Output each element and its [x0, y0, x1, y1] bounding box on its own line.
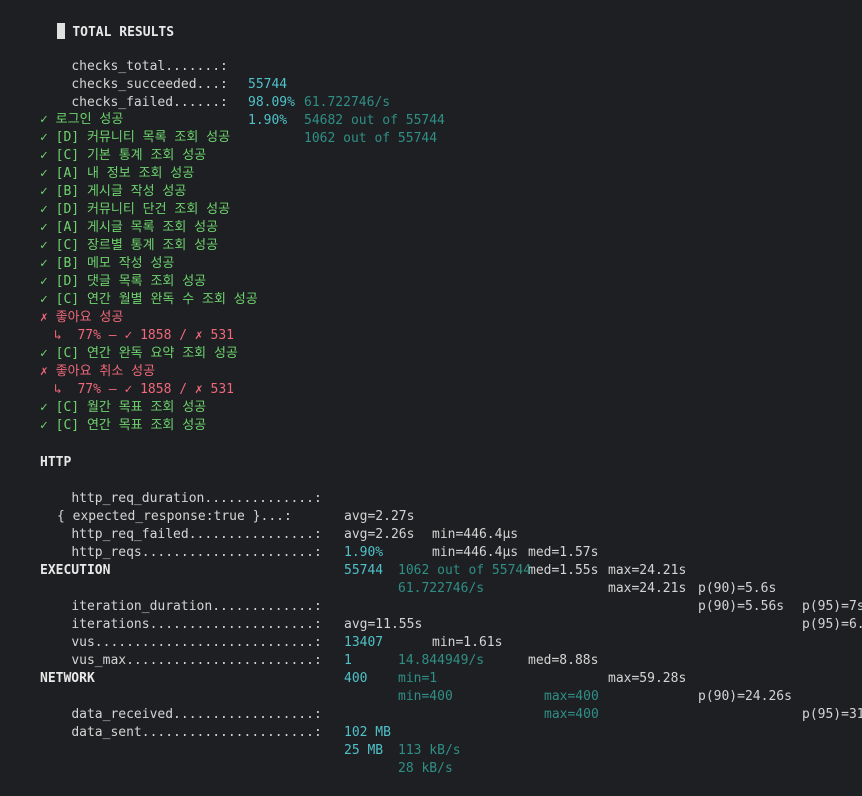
checks-failed-value: 1.90% — [248, 113, 288, 128]
checks-succeeded-row: checks_succeeded...: 98.09% 54682 out of… — [40, 58, 445, 128]
metric-value: 13407 — [344, 635, 384, 650]
metric-value: 25 MB — [344, 743, 384, 758]
metric-min: min=446.4µs — [432, 527, 519, 542]
check-item-failed: ✗ 좋아요 취소 성공 — [40, 364, 156, 379]
metric-med: med=8.88s — [528, 653, 599, 668]
header-block-icon — [57, 23, 66, 39]
metric-max: max=24.21s — [608, 581, 687, 596]
metric-value: 102 MB — [344, 725, 391, 740]
metric-p95: p(95)=31.76s — [802, 707, 862, 722]
checks-failed-row: checks_failed......: 1.90% 1062 out of 5… — [40, 76, 437, 146]
metric-med: med=1.57s — [528, 545, 599, 560]
terminal-output: TOTAL RESULTS checks_total.......: 55744… — [0, 0, 862, 776]
metric-p90: p(90)=5.6s — [698, 581, 777, 596]
metric-rate: 14.844949/s — [398, 653, 485, 668]
metric-max: max=59.28s — [608, 671, 687, 686]
metric-value: 400 — [344, 671, 368, 686]
check-item: ✓ [D] 댓글 목록 조회 성공 — [40, 274, 207, 289]
expected-response-row: { expected_response:true }...: avg=2.26s… — [40, 490, 862, 632]
check-failure-detail: ↳ 77% — ✓ 1858 / ✗ 531 — [54, 382, 235, 397]
metric-max: max=400 — [544, 689, 599, 704]
execution-section-title: EXECUTION — [40, 563, 111, 578]
metric-avg: avg=2.26s — [344, 527, 415, 542]
checks-total-rate: 61.722746/s — [304, 95, 391, 110]
vus-row: vus............................: 1 min=1… — [40, 616, 598, 704]
check-item: ✓ [C] 연간 월별 완독 수 조회 성공 — [40, 292, 258, 307]
metric-detail: 1062 out of 55744 — [398, 563, 532, 578]
metric-med: med=1.55s — [528, 563, 599, 578]
results-header: TOTAL RESULTS — [26, 5, 174, 40]
check-item: ✓ [D] 커뮤니티 단건 조회 성공 — [40, 202, 231, 217]
metric-min: min=446.4µs — [432, 545, 519, 560]
metric-rate: 61.722746/s — [398, 581, 485, 596]
http-req-duration-row: http_req_duration..............: avg=2.2… — [40, 472, 862, 614]
metric-avg: avg=11.55s — [344, 617, 423, 632]
check-item: ✓ [D] 커뮤니티 목록 조회 성공 — [40, 130, 231, 145]
metric-p90: p(90)=5.56s — [698, 599, 785, 614]
checks-failed-key: checks_failed......: — [71, 95, 228, 110]
check-item: ✓ [A] 내 정보 조회 성공 — [40, 166, 195, 181]
metric-rate: 113 kB/s — [398, 743, 461, 758]
vus-max-row: vus_max........................: 400 min… — [40, 634, 598, 722]
http-section-title: HTTP — [40, 455, 72, 470]
checks-total-value: 55744 — [248, 77, 288, 92]
metric-key: vus_max........................: — [71, 653, 322, 668]
metric-p90: p(90)=24.26s — [698, 689, 792, 704]
metric-value: 1 — [344, 653, 352, 668]
metric-p95: p(95)=7s — [802, 599, 862, 614]
metric-key: http_req_duration..............: — [71, 491, 322, 506]
check-item: ✓ [C] 장르별 통계 조회 성공 — [40, 238, 219, 253]
results-title: TOTAL RESULTS — [72, 25, 175, 40]
check-item: ✓ [A] 게시글 목록 조회 성공 — [40, 220, 219, 235]
check-failure-detail: ↳ 77% — ✓ 1858 / ✗ 531 — [54, 328, 235, 343]
check-item: ✓ [B] 메모 작성 성공 — [40, 256, 175, 271]
network-section-title: NETWORK — [40, 671, 95, 686]
metric-value: 55744 — [344, 563, 384, 578]
checks-failed-detail: 1062 out of 55744 — [304, 131, 438, 146]
iterations-row: iterations.....................: 13407 1… — [40, 598, 484, 668]
metric-min: min=400 — [398, 689, 453, 704]
metric-min: min=1.61s — [432, 635, 503, 650]
check-item: ✓ [B] 게시글 작성 성공 — [40, 184, 187, 199]
check-item: ✓ [C] 연간 완독 요약 조회 성공 — [40, 346, 238, 361]
data-sent-row: data_sent......................: 25 MB 2… — [40, 706, 452, 776]
metric-key: http_reqs......................: — [71, 545, 322, 560]
iteration-duration-row: iteration_duration.............: avg=11.… — [40, 580, 862, 722]
checks-total-row: checks_total.......: 55744 61.722746/s — [40, 40, 390, 110]
metric-min: min=1 — [398, 671, 438, 686]
check-item: ✓ [C] 월간 목표 조회 성공 — [40, 400, 207, 415]
checks-succeeded-detail: 54682 out of 55744 — [304, 113, 445, 128]
metric-max: max=24.21s — [608, 563, 687, 578]
checks-succeeded-value: 98.09% — [248, 95, 295, 110]
check-item: ✓ [C] 연간 목표 조회 성공 — [40, 418, 207, 433]
metric-max: max=400 — [544, 707, 599, 722]
metric-avg: avg=2.27s — [344, 509, 415, 524]
check-item: ✓ 로그인 성공 — [40, 112, 124, 127]
http-reqs-row: http_reqs......................: 55744 6… — [40, 526, 484, 596]
metric-value: 1.90% — [344, 545, 384, 560]
metric-p95: p(95)=6.97s — [802, 617, 862, 632]
data-received-row: data_received..................: 102 MB … — [40, 688, 460, 758]
check-item-failed: ✗ 좋아요 성공 — [40, 310, 124, 325]
metric-key: data_sent......................: — [71, 725, 322, 740]
check-item: ✓ [C] 기본 통계 조회 성공 — [40, 148, 207, 163]
http-req-failed-row: http_req_failed................: 1.90% 1… — [40, 508, 531, 578]
metric-rate: 28 kB/s — [398, 761, 453, 776]
